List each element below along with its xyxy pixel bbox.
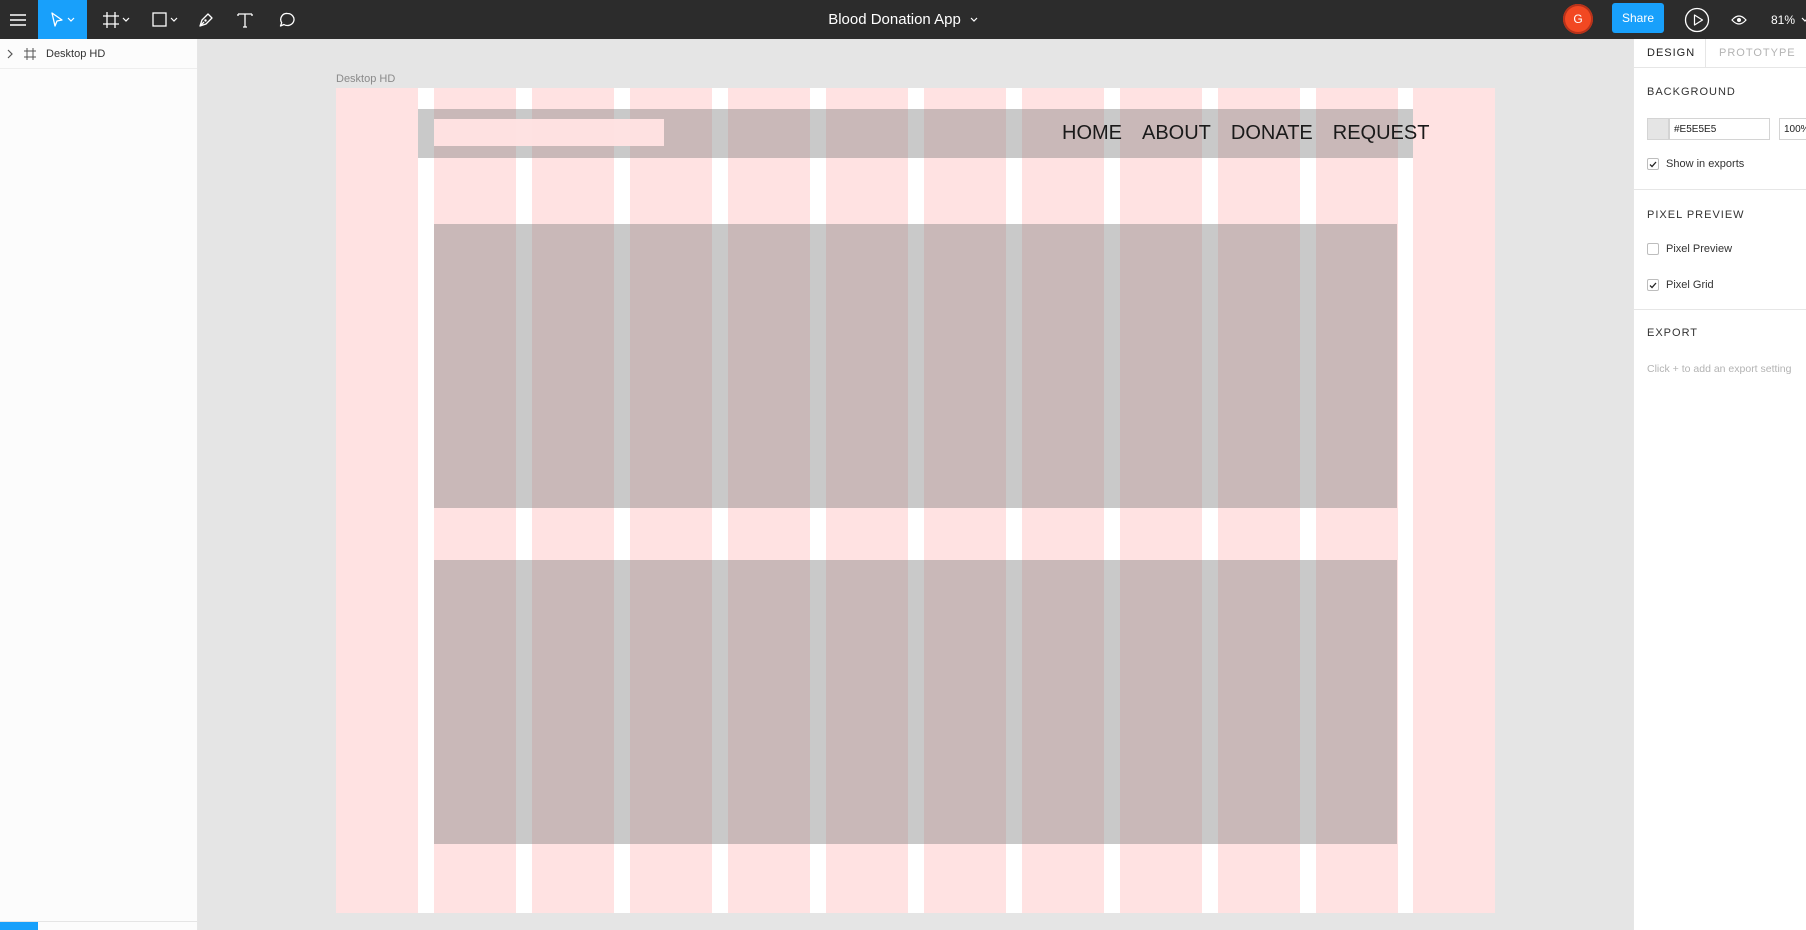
show-in-exports-row[interactable]: Show in exports (1647, 158, 1744, 170)
nav-link-donate[interactable]: DONATE (1231, 122, 1313, 145)
pixel-grid-row[interactable]: Pixel Grid (1647, 279, 1714, 291)
layer-item-desktop-hd[interactable]: Desktop HD (0, 39, 197, 69)
export-hint: Click + to add an export setting (1647, 363, 1792, 375)
checkmark-icon (1649, 282, 1657, 288)
grid-column (1413, 88, 1495, 913)
logo-placeholder[interactable] (434, 119, 664, 146)
zoom-menu[interactable]: 81% (1771, 0, 1806, 39)
nav-links: HOME ABOUT DONATE REQUEST (1062, 109, 1429, 158)
file-title-menu[interactable]: Blood Donation App (828, 11, 978, 28)
background-opacity-input[interactable] (1779, 118, 1806, 140)
present-button[interactable] (1682, 0, 1712, 39)
pen-tool-button[interactable] (192, 0, 220, 39)
grid-column (336, 88, 418, 913)
frame-label[interactable]: Desktop HD (336, 73, 395, 85)
share-button[interactable]: Share (1612, 3, 1664, 33)
main-menu-button[interactable] (0, 0, 36, 39)
comment-tool-icon (279, 12, 295, 27)
text-tool-icon (237, 12, 253, 28)
hero-placeholder[interactable] (434, 224, 1397, 508)
frame-icon (24, 47, 36, 60)
play-icon (1684, 7, 1710, 32)
pixel-grid-checkbox[interactable] (1647, 279, 1659, 291)
shape-tool-button[interactable] (145, 0, 185, 39)
divider (1634, 309, 1806, 310)
comment-tool-button[interactable] (274, 0, 300, 39)
pixel-preview-section-title: PIXEL PREVIEW (1647, 209, 1745, 221)
layers-panel: Desktop HD (0, 39, 198, 930)
pixel-grid-label: Pixel Grid (1666, 279, 1714, 291)
chevron-down-icon (67, 17, 75, 22)
frame-tool-button[interactable] (96, 0, 136, 39)
pixel-preview-checkbox[interactable] (1647, 243, 1659, 255)
pen-tool-icon (199, 12, 213, 27)
chevron-down-icon (970, 17, 978, 22)
show-in-exports-label: Show in exports (1666, 158, 1745, 170)
inspector-tabs: DESIGN PROTOTYPE (1634, 39, 1806, 68)
content-placeholder[interactable] (434, 560, 1397, 844)
nav-link-about[interactable]: ABOUT (1142, 122, 1211, 145)
chevron-down-icon (170, 17, 178, 22)
eye-icon (1731, 14, 1747, 25)
pixel-preview-label: Pixel Preview (1666, 243, 1733, 255)
chevron-right-icon[interactable] (6, 49, 14, 59)
tab-design[interactable]: DESIGN (1647, 39, 1695, 67)
chevron-down-icon (1801, 17, 1806, 22)
background-color-swatch[interactable] (1647, 118, 1669, 140)
panel-footer (0, 921, 197, 930)
nav-link-request[interactable]: REQUEST (1333, 122, 1430, 145)
nav-link-home[interactable]: HOME (1062, 122, 1122, 145)
divider (1634, 189, 1806, 190)
pixel-preview-row[interactable]: Pixel Preview (1647, 243, 1732, 255)
tab-prototype[interactable]: PROTOTYPE (1719, 39, 1796, 67)
move-tool-button[interactable] (38, 0, 87, 39)
background-hex-input[interactable] (1669, 118, 1770, 140)
avatar[interactable]: G (1563, 4, 1593, 34)
toolbar: Blood Donation App G Share 81% (0, 0, 1806, 39)
layer-label: Desktop HD (46, 47, 106, 60)
file-title: Blood Donation App (828, 11, 961, 28)
desktop-hd-frame[interactable]: HOME ABOUT DONATE REQUEST (336, 88, 1495, 913)
background-section-title: BACKGROUND (1647, 86, 1736, 98)
shape-tool-icon (152, 12, 167, 27)
footer-accent (0, 922, 38, 930)
frame-tool-icon (102, 11, 119, 28)
view-settings-button[interactable] (1727, 0, 1751, 39)
inspector-panel: DESIGN PROTOTYPE BACKGROUND Show in expo… (1633, 39, 1806, 930)
canvas[interactable]: Desktop HD HOME ABOUT DONATE REQUEST (198, 39, 1633, 930)
export-section-title: EXPORT (1647, 327, 1699, 339)
move-tool-icon (51, 11, 63, 27)
show-in-exports-checkbox[interactable] (1647, 158, 1659, 170)
text-tool-button[interactable] (233, 0, 257, 39)
menu-icon (10, 13, 26, 26)
checkmark-icon (1649, 161, 1657, 167)
chevron-down-icon (122, 17, 129, 22)
tab-divider (1705, 39, 1706, 67)
zoom-level: 81% (1771, 12, 1796, 27)
